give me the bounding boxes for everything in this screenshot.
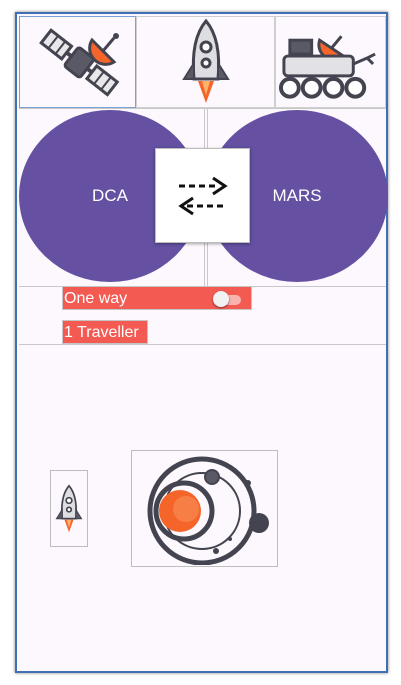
tab-satellite[interactable] [19, 16, 136, 108]
origin-label: DCA [92, 186, 128, 205]
one-way-switch[interactable]: One way [62, 286, 252, 310]
destination-label: MARS [272, 186, 322, 205]
travellers-label: 1 Traveller [64, 324, 139, 341]
swap-arrows-icon [177, 176, 228, 215]
planet-image [131, 450, 278, 567]
satellite-icon [38, 28, 119, 97]
rocket-icon [181, 18, 230, 103]
planet-orbit-icon [147, 456, 269, 565]
one-way-label: One way [64, 290, 128, 307]
divider [19, 108, 386, 109]
tab-rocket[interactable] [136, 16, 275, 108]
rocket-image [50, 470, 88, 547]
toggle-thumb[interactable] [213, 291, 229, 307]
tab-rover[interactable] [275, 16, 386, 108]
rocket-icon [55, 483, 83, 532]
travellers-button[interactable]: 1 Traveller [62, 320, 148, 344]
mode-tabs [19, 16, 386, 108]
swap-button[interactable] [155, 148, 250, 243]
mars-rover-icon [278, 35, 376, 99]
